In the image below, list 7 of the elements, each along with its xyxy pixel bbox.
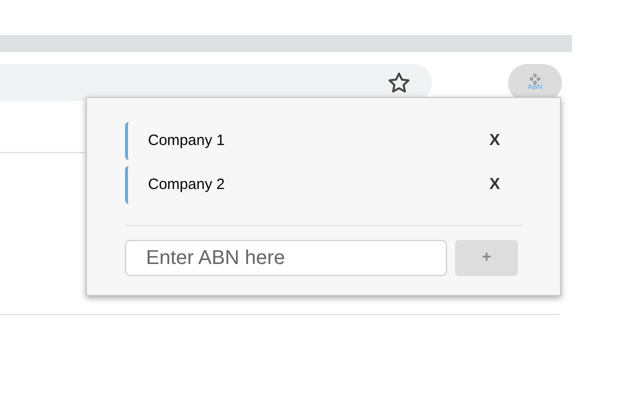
company-item[interactable]: Company 1 X bbox=[125, 122, 522, 160]
abn-field[interactable]: Enter ABN here bbox=[125, 240, 447, 276]
dots-icon bbox=[530, 74, 540, 84]
remove-button[interactable]: X bbox=[489, 129, 500, 153]
company-item[interactable]: Company 2 X bbox=[125, 166, 522, 204]
remove-button[interactable]: X bbox=[489, 173, 500, 197]
star-icon[interactable] bbox=[386, 70, 412, 94]
